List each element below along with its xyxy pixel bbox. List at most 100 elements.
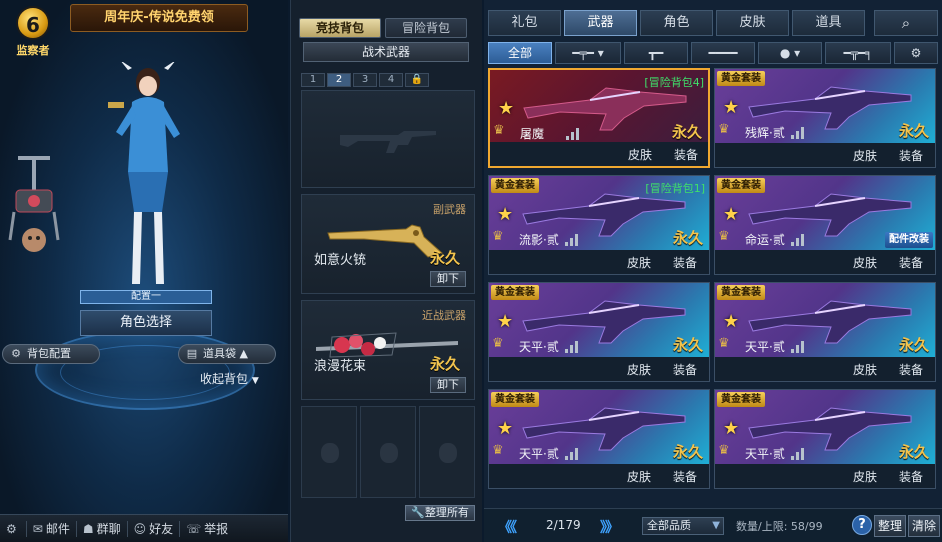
slot-number-3[interactable]: 3 [353, 73, 377, 87]
star-icon: ★ [723, 311, 740, 332]
equip-button[interactable]: 装备 [673, 254, 697, 271]
gold-set-badge: 黄金套装 [717, 392, 765, 407]
tool-bag-button[interactable]: ▤ 道具袋 ▲ [178, 344, 276, 364]
skin-button[interactable]: 皮肤 [627, 361, 651, 378]
rifle-icon: ━╤━ ▾ [572, 46, 604, 60]
signal-bars-icon [565, 234, 579, 246]
character-model-image[interactable] [98, 62, 198, 290]
mail-button[interactable]: ✉ 邮件 [27, 520, 77, 537]
quality-dropdown-value: 全部品质 [647, 519, 691, 532]
grenade-slot-2[interactable] [360, 406, 416, 498]
tab-weapons[interactable]: 武器 [564, 10, 637, 36]
report-button[interactable]: ☏ 举报 [180, 521, 234, 537]
gold-set-badge: 黄金套装 [491, 178, 539, 193]
help-button[interactable]: ? [852, 515, 872, 535]
pet-model-image[interactable] [8, 150, 60, 260]
sort-button[interactable]: 整理 [874, 515, 906, 537]
grenade-slot-3[interactable] [419, 406, 475, 498]
arrange-all-button[interactable]: 🔧整理所有 [405, 505, 475, 521]
card-actions: 皮肤 装备 [715, 143, 935, 167]
signal-bars-icon [791, 127, 805, 139]
bag-location-tag: [冒险背包1] [645, 182, 705, 195]
rank-emblem-icon: ♛ [718, 336, 730, 351]
skin-button[interactable]: 皮肤 [853, 468, 877, 485]
prev-page-button[interactable]: 《《 [498, 517, 517, 537]
tactical-weapon-header[interactable]: 战术武器 [303, 42, 469, 62]
collapse-bag-button[interactable]: 收起背包 ▼ [200, 370, 259, 387]
tab-adventure-bag[interactable]: 冒险背包 [385, 18, 467, 38]
bag-config-button[interactable]: ⚙ 背包配置 [2, 344, 100, 364]
tab-competitive-bag[interactable]: 竞技背包 [299, 18, 381, 38]
equip-button[interactable]: 装备 [899, 361, 923, 378]
weapon-name: 屠魔 [520, 127, 545, 141]
skin-button[interactable]: 皮肤 [853, 147, 877, 164]
clear-button[interactable]: 清除 [908, 515, 940, 537]
weapon-card[interactable]: 黄金套装 ★ ♛ 天平·贰 永久 皮肤 装备 [488, 282, 710, 382]
equip-button[interactable]: 装备 [899, 147, 923, 164]
skin-button[interactable]: 皮肤 [627, 254, 651, 271]
unequip-secondary-button[interactable]: 卸下 [430, 271, 466, 287]
filter-sniper[interactable]: ━━━━ [691, 42, 755, 64]
role-select-button[interactable]: 角色选择 [80, 310, 212, 336]
skin-button[interactable]: 皮肤 [853, 361, 877, 378]
melee-duration: 永久 [429, 355, 460, 373]
gear-icon: ⚙ [910, 46, 922, 60]
filter-all[interactable]: 全部 [488, 42, 552, 64]
friends-icon: ☺ [133, 521, 147, 536]
grenade-slot-1[interactable] [301, 406, 357, 498]
caret-up-icon: ▲ [239, 347, 248, 360]
weapon-card[interactable]: 黄金套装 ★ ♛ 天平·贰 永久 皮肤 装备 [488, 389, 710, 489]
unequip-melee-button[interactable]: 卸下 [430, 377, 466, 393]
filter-grenade[interactable]: ● ▾ [758, 42, 822, 64]
filter-pistol[interactable]: ┳━ [624, 42, 688, 64]
next-page-button[interactable]: 》》 [600, 517, 619, 537]
weapon-card[interactable]: 黄金套装 ★ ♛ 命运·贰 配件改装 皮肤 装备 [714, 175, 936, 275]
skin-button[interactable]: 皮肤 [853, 254, 877, 271]
config-slot-label[interactable]: 配置一 [80, 290, 212, 304]
promo-banner[interactable]: 周年庆-传说免费领 [70, 4, 248, 32]
equip-button[interactable]: 装备 [899, 468, 923, 485]
tab-gift-packs[interactable]: 礼包 [488, 10, 561, 36]
tab-characters[interactable]: 角色 [640, 10, 713, 36]
rifle-silhouette-icon [340, 131, 436, 153]
collapse-bag-label: 收起背包 [200, 372, 249, 386]
quality-dropdown[interactable]: 全部品质 ▼ [642, 517, 724, 535]
settings-button[interactable]: ⚙ [0, 520, 27, 537]
weapon-card[interactable]: 黄金套装 ★ ♛ 天平·贰 永久 皮肤 装备 [714, 389, 936, 489]
group-chat-button[interactable]: ☗ 群聊 [77, 520, 128, 537]
skin-button[interactable]: 皮肤 [628, 146, 652, 163]
slot-number-2[interactable]: 2 [327, 73, 351, 87]
weapon-card[interactable]: 黄金套装 ★ ♛ 残辉·贰 永久 皮肤 装备 [714, 68, 936, 168]
equip-button[interactable]: 装备 [899, 254, 923, 271]
filter-settings[interactable]: ⚙ [894, 42, 938, 64]
equip-button[interactable]: 装备 [673, 468, 697, 485]
tab-items[interactable]: 道具 [792, 10, 865, 36]
secondary-weapon-slot[interactable]: 副武器 如意火铳 永久 卸下 [301, 194, 475, 294]
weapon-type-filters: 全部 ━╤━ ▾ ┳━ ━━━━ ● ▾ ━╦━╕ ⚙ [488, 42, 938, 64]
secondary-duration: 永久 [429, 249, 460, 267]
filter-heavy[interactable]: ━╦━╕ [825, 42, 891, 64]
equip-button[interactable]: 装备 [674, 146, 698, 163]
filter-rifle[interactable]: ━╤━ ▾ [555, 42, 621, 64]
skin-button[interactable]: 皮肤 [627, 468, 651, 485]
game-logo[interactable]: 6 监察者 [8, 6, 58, 60]
weapon-card[interactable]: ★ [冒险背包4] ♛ 屠魔 永久 皮肤 装备 [488, 68, 710, 168]
card-actions: 皮肤 装备 [715, 464, 935, 488]
slot-number-4[interactable]: 4 [379, 73, 403, 87]
weapon-card[interactable]: 黄金套装 ★ ♛ 天平·贰 永久 皮肤 装备 [714, 282, 936, 382]
star-icon: ★ [723, 97, 740, 118]
tab-skins[interactable]: 皮肤 [716, 10, 789, 36]
search-button[interactable]: ⌕ [874, 10, 938, 36]
friends-button[interactable]: ☺ 好友 [128, 520, 181, 537]
mod-parts-button[interactable]: 配件改装 [885, 232, 933, 248]
primary-weapon-slot[interactable] [301, 90, 475, 188]
equip-button[interactable]: 装备 [673, 361, 697, 378]
inventory-category-tabs: 礼包 武器 角色 皮肤 道具 [488, 10, 865, 36]
weapon-card[interactable]: 黄金套装 ★ [冒险背包1] ♛ 流影·贰 永久 皮肤 装备 [488, 175, 710, 275]
slot-number-1[interactable]: 1 [301, 73, 325, 87]
slot-lock[interactable]: 🔒 [405, 73, 429, 87]
social-bar: ⚙ ✉ 邮件 ☗ 群聊 ☺ 好友 ☏ 举报 [0, 514, 288, 542]
melee-weapon-slot[interactable]: 近战武器 浪漫花束 永久 卸下 [301, 300, 475, 400]
group-chat-label: 群聊 [96, 522, 121, 536]
loadout-panel: 竞技背包 冒险背包 战术武器 1 2 3 4 🔒 副武器 如意火铳 永久 卸下 … [290, 0, 482, 542]
